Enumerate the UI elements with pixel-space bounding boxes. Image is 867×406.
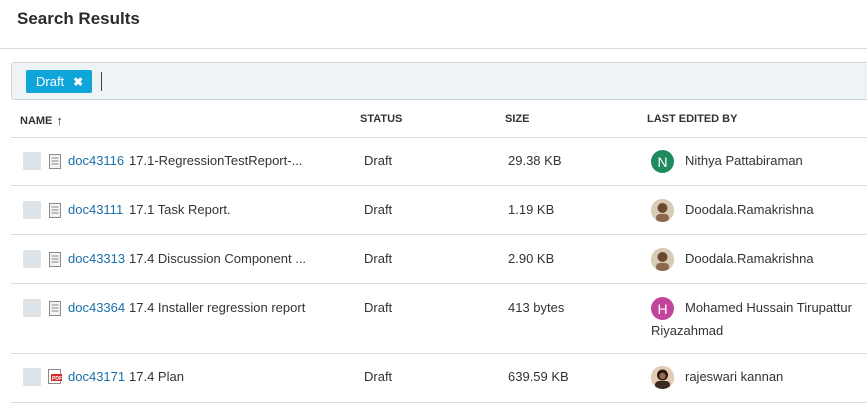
user-photo-icon (651, 248, 674, 271)
last-edited-by: Nithya Pattabiraman (685, 153, 803, 168)
table-row[interactable]: doc43364 17.4 Installer regression repor… (11, 284, 867, 354)
filter-bar[interactable]: Draft ✖ (11, 62, 867, 100)
file-size: 1.19 KB (508, 202, 555, 217)
sort-ascending-icon[interactable]: ↑ (56, 113, 63, 128)
row-checkbox[interactable] (23, 299, 41, 317)
row-checkbox[interactable] (23, 368, 41, 386)
status-text: Draft (364, 369, 393, 384)
title-divider (0, 48, 867, 49)
table-row[interactable]: doc43116 17.1-RegressionTestReport-... D… (11, 138, 867, 186)
file-size: 639.59 KB (508, 369, 569, 384)
document-name[interactable]: 17.1 Task Report. (129, 202, 319, 217)
document-id-link[interactable]: doc43364 (68, 300, 125, 315)
row-checkbox[interactable] (23, 201, 41, 219)
status-text: Draft (364, 153, 393, 168)
last-edited-by: rajeswari kannan (685, 369, 784, 384)
pdf-icon: PDF (48, 369, 62, 384)
column-header-name[interactable]: NAME ↑ (20, 113, 63, 128)
document-icon (49, 154, 61, 169)
text-cursor (101, 72, 102, 91)
avatar (651, 199, 674, 222)
document-id-link[interactable]: doc43171 (68, 369, 125, 384)
table-row[interactable]: doc43111 17.1 Task Report. Draft 1.19 KB… (11, 186, 867, 235)
page-title: Search Results (17, 9, 140, 28)
close-icon[interactable]: ✖ (73, 75, 83, 89)
user-photo-icon (651, 366, 674, 389)
filter-chip-label: Draft (36, 74, 65, 89)
table-row[interactable]: doc43313 17.4 Discussion Component ... D… (11, 235, 867, 284)
column-header-size[interactable]: SIZE (505, 113, 529, 125)
svg-text:PDF: PDF (52, 376, 62, 382)
document-icon (49, 301, 61, 316)
file-size: 413 bytes (508, 300, 565, 315)
last-edited-by: Mohamed Hussain Tirupattur Riyazahmad (651, 300, 852, 338)
document-id-link[interactable]: doc43116 (68, 153, 124, 168)
document-name[interactable]: 17.4 Installer regression report (129, 300, 329, 315)
document-id-link[interactable]: doc43313 (68, 251, 125, 266)
document-name[interactable]: 17.1-RegressionTestReport-... (129, 153, 307, 168)
document-name[interactable]: 17.4 Discussion Component ... (129, 251, 311, 266)
document-icon (49, 203, 61, 218)
last-edited-by: Doodala.Ramakrishna (685, 202, 814, 217)
avatar (651, 248, 674, 271)
column-header-name-label: NAME (20, 114, 53, 127)
row-checkbox[interactable] (23, 152, 41, 170)
avatar-initial: N (657, 153, 668, 170)
document-name[interactable]: 17.4 Plan (129, 369, 249, 384)
column-header-status[interactable]: STATUS (360, 113, 402, 125)
avatar: N (651, 150, 674, 173)
filter-chip-draft[interactable]: Draft ✖ (26, 70, 93, 93)
status-text: Draft (364, 300, 393, 315)
table-row[interactable]: PDF doc43171 17.4 Plan Draft 639.59 KB r… (11, 354, 867, 403)
status-text: Draft (364, 202, 393, 217)
file-size: 2.90 KB (508, 251, 555, 266)
column-header-last-edited-by[interactable]: LAST EDITED BY (647, 113, 737, 125)
file-size: 29.38 KB (508, 153, 562, 168)
status-text: Draft (364, 251, 393, 266)
user-photo-icon (651, 199, 674, 222)
avatar (651, 366, 674, 389)
last-edited-by: Doodala.Ramakrishna (685, 251, 814, 266)
document-id-link[interactable]: doc43111 (68, 202, 123, 217)
document-icon (49, 252, 61, 267)
row-checkbox[interactable] (23, 250, 41, 268)
